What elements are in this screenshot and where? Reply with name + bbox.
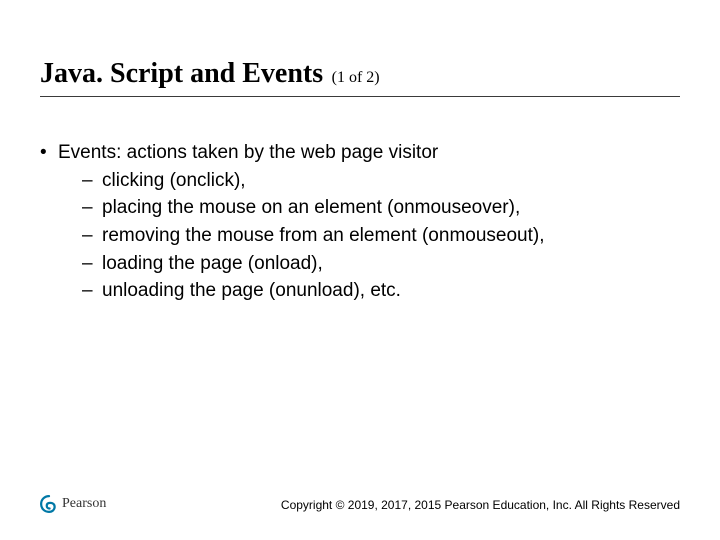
slide-footer: Pearson Copyright © 2019, 2017, 2015 Pea… (0, 490, 700, 514)
slide-body: •Events: actions taken by the web page v… (40, 140, 680, 306)
bullet-level2-text: placing the mouse on an element (onmouse… (102, 197, 520, 218)
copyright-text: Copyright © 2019, 2017, 2015 Pearson Edu… (281, 498, 680, 512)
bullet-level2: –removing the mouse from an element (onm… (82, 223, 680, 249)
slide: Java. Script and Events (1 of 2) •Events… (0, 0, 720, 540)
bullet-level2: –clicking (onclick), (82, 168, 680, 194)
dash-marker: – (82, 195, 102, 221)
bullet-level1: •Events: actions taken by the web page v… (40, 140, 680, 166)
bullet-level2: –unloading the page (onunload), etc. (82, 278, 680, 304)
dash-marker: – (82, 251, 102, 277)
bullet-level2-text: removing the mouse from an element (onmo… (102, 225, 545, 246)
bullet-level2: –placing the mouse on an element (onmous… (82, 195, 680, 221)
slide-title-block: Java. Script and Events (1 of 2) (40, 58, 680, 97)
bullet-level2-text: unloading the page (onunload), etc. (102, 280, 401, 301)
pearson-logo-icon (40, 495, 58, 513)
bullet-level2-text: clicking (onclick), (102, 170, 246, 191)
bullet-level1-text: Events: actions taken by the web page vi… (58, 142, 438, 163)
slide-title-counter: (1 of 2) (332, 69, 380, 86)
title-divider (40, 96, 680, 97)
dash-marker: – (82, 168, 102, 194)
bullet-level2-text: loading the page (onload), (102, 253, 323, 274)
slide-title: Java. Script and Events (40, 58, 323, 89)
dash-marker: – (82, 223, 102, 249)
bullet-level2: –loading the page (onload), (82, 251, 680, 277)
dash-marker: – (82, 278, 102, 304)
pearson-logo: Pearson (40, 494, 106, 514)
bullet-marker: • (40, 140, 58, 166)
pearson-logo-text: Pearson (62, 496, 106, 512)
